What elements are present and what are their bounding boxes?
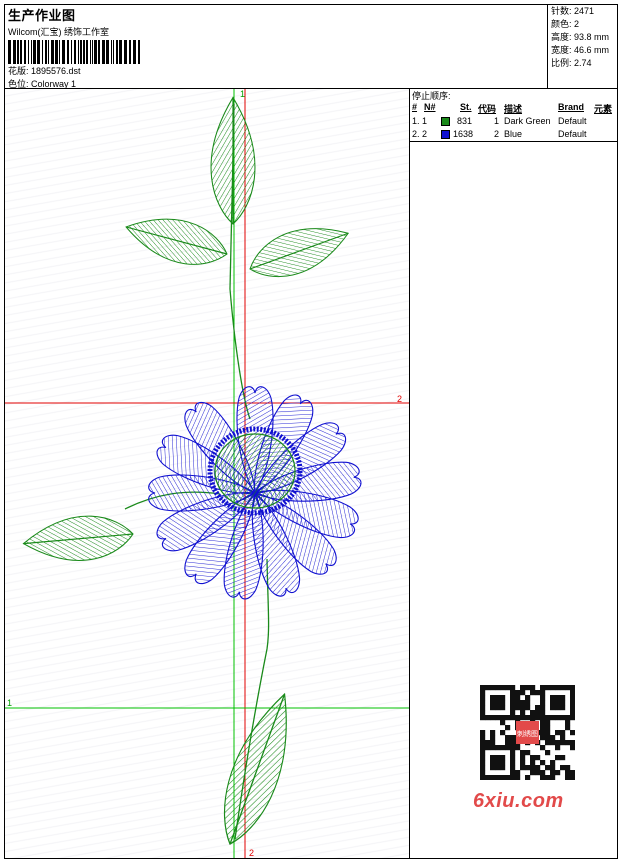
marker-v1: 1 xyxy=(240,89,245,99)
leaf-upper-right xyxy=(242,213,356,290)
page-title: 生产作业图 xyxy=(8,8,76,23)
table-row: 1. 1 831 1 Dark Green Default xyxy=(410,115,618,128)
row-index: 1. 1 xyxy=(412,116,428,126)
leaf-top xyxy=(210,96,256,225)
col-header-brand: Brand xyxy=(558,102,585,112)
qr-code-image: 刺绣图 xyxy=(480,685,575,780)
leaf-left xyxy=(20,511,136,567)
flower-center xyxy=(214,433,296,509)
row-index: 2. 2 xyxy=(412,129,428,139)
watermark: 刺绣图 6xiu.com xyxy=(470,680,585,820)
company-name: Wilcom(汇宝) 绣饰工作室 xyxy=(8,27,109,37)
stat-width: 宽度: 46.6 mm xyxy=(551,45,610,55)
col-header-stitches: St. xyxy=(460,102,472,112)
stop-sequence-title: 停止顺序: xyxy=(412,91,451,101)
color-swatch xyxy=(441,130,450,139)
marker-h1: 1 xyxy=(7,698,12,708)
col-header-index: # xyxy=(412,102,418,112)
design-preview: 1 2 1 2 xyxy=(5,89,410,858)
col-header-code: 代码 xyxy=(478,104,497,114)
stat-stitches: 针数: 2471 xyxy=(551,6,595,16)
qr-stamp-text: 刺绣图 xyxy=(517,729,538,738)
col-header-needle: N# xyxy=(424,102,436,112)
marker-h2: 2 xyxy=(397,394,402,404)
color-swatch xyxy=(441,117,450,126)
marker-v2: 2 xyxy=(249,848,254,858)
row-stitches: 831 xyxy=(457,116,473,126)
barcode-image xyxy=(8,40,140,64)
col-header-description: 描述 xyxy=(504,104,523,114)
stat-colors: 颜色: 2 xyxy=(551,19,580,29)
row-description: Dark Green xyxy=(504,116,551,126)
row-description: Blue xyxy=(504,129,523,139)
row-brand: Default xyxy=(558,129,587,139)
stat-scale: 比例: 2.74 xyxy=(551,58,592,68)
row-code: 1 xyxy=(494,116,500,126)
embroidery-canvas: 1 2 1 2 xyxy=(5,89,409,858)
row-stitches: 1638 xyxy=(453,129,474,139)
header: 生产作业图 Wilcom(汇宝) 绣饰工作室 花版: 1895576.dst 色… xyxy=(5,5,617,89)
stat-height: 高度: 93.8 mm xyxy=(551,32,610,42)
stats-panel: 针数: 2471 颜色: 2 高度: 93.8 mm 宽度: 46.6 mm 比… xyxy=(547,5,618,88)
leaf-upper-left xyxy=(120,206,233,275)
design-filename: 花版: 1895576.dst xyxy=(8,66,81,76)
row-brand: Default xyxy=(558,116,587,126)
row-code: 2 xyxy=(494,129,500,139)
table-row: 2. 2 1638 2 Blue Default xyxy=(410,128,618,141)
col-header-element: 元素 xyxy=(594,104,613,114)
watermark-logo: 6xiu.com xyxy=(473,790,564,812)
leaf-bottom xyxy=(207,685,308,853)
stop-sequence-panel: 停止顺序: # N# St. 代码 描述 Brand 元素 1. 1 831 1… xyxy=(410,89,618,142)
